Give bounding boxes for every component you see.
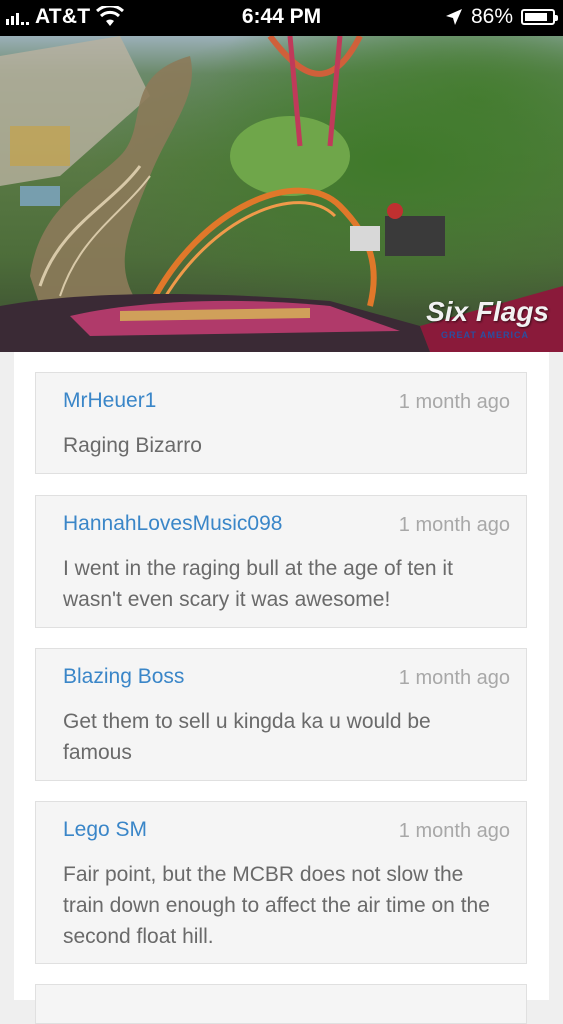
comment-time: 1 month ago — [398, 667, 510, 689]
status-right: 86% — [445, 5, 558, 29]
comment-card: Blazing Boss 1 month ago Get them to sel… — [35, 648, 527, 781]
comment-author[interactable]: MrHeuer1 — [63, 389, 156, 413]
comment-card: HannahLovesMusic098 1 month ago I went i… — [35, 495, 527, 628]
comment-time: 1 month ago — [398, 391, 510, 413]
comments-panel: MrHeuer1 1 month ago Raging Bizarro Hann… — [14, 352, 549, 1024]
location-arrow-icon — [445, 9, 462, 25]
comment-time: 1 month ago — [398, 820, 510, 842]
battery-icon — [521, 9, 558, 25]
hero-image[interactable]: Six Flags GREAT AMERICA — [0, 36, 563, 352]
comment-card — [35, 984, 527, 1024]
comment-text: Raging Bizarro — [63, 434, 202, 457]
comment-card: Lego SM 1 month ago Fair point, but the … — [35, 801, 527, 964]
comment-text: I went in the raging bull at the age of … — [63, 557, 453, 611]
comment-author[interactable]: Blazing Boss — [63, 665, 184, 689]
brand-logo-text: Six Flags — [426, 296, 549, 327]
comment-time: 1 month ago — [398, 514, 510, 536]
comment-author[interactable]: HannahLovesMusic098 — [63, 512, 282, 536]
brand-sub: GREAT AMERICA — [441, 330, 529, 340]
battery-percent: 86% — [470, 5, 513, 28]
status-bar: AT&T 6:44 PM 86% — [0, 0, 563, 36]
comment-text: Get them to sell u kingda ka u would be … — [63, 710, 431, 764]
comment-author[interactable]: Lego SM — [63, 818, 147, 842]
six-flags-logo: Six Flags GREAT AMERICA — [426, 296, 549, 340]
comment-card: MrHeuer1 1 month ago Raging Bizarro — [35, 372, 527, 474]
comment-text: Fair point, but the MCBR does not slow t… — [63, 863, 490, 948]
